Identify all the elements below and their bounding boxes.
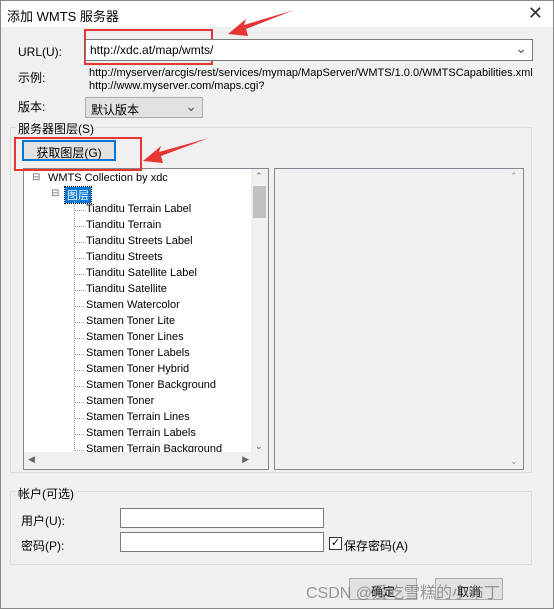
url-label: URL(U): (18, 45, 62, 59)
annotation-arrow-url (228, 10, 294, 36)
scroll-right-icon[interactable]: ▶ (242, 454, 249, 465)
tree-item-layer[interactable]: Stamen Toner Lines (86, 331, 184, 343)
tree-connector (75, 210, 84, 211)
watermark: CSDN @爱吃雪糕的小布丁 (306, 585, 501, 602)
scroll-up-icon[interactable]: ⌃ (255, 171, 263, 182)
horizontal-scrollbar[interactable]: ◀ ▶ (24, 452, 253, 469)
server-layers-label: 服务器图层(S) (16, 120, 96, 137)
scroll-thumb[interactable] (253, 186, 266, 218)
annotation-box-button (14, 137, 142, 171)
tree-item-layer[interactable]: Tianditu Satellite Label (86, 267, 197, 279)
tree-folder[interactable]: 图层 (64, 186, 92, 204)
chevron-down-icon[interactable]: ⌄ (515, 40, 527, 57)
example-label: 示例: (18, 71, 46, 85)
tree-connector (75, 306, 84, 307)
tree-connector (75, 370, 84, 371)
tree-item-layer[interactable]: Stamen Toner Hybrid (86, 363, 189, 375)
version-value: 默认版本 (91, 103, 140, 117)
tree-item-layer[interactable]: Tianditu Streets (86, 251, 163, 263)
user-input[interactable] (120, 508, 324, 528)
vertical-scrollbar[interactable]: ⌃ ⌄ (251, 169, 268, 454)
tree-connector (75, 402, 84, 403)
tree-connector (75, 450, 84, 451)
collapse-icon[interactable]: ⊟ (51, 188, 59, 199)
annotation-arrow-button (143, 138, 209, 163)
example-line-2: http://www.myserver.com/maps.cgi? (89, 80, 265, 92)
detail-scrollbar[interactable]: ⌃ ⌄ (506, 169, 523, 469)
tree-connector (75, 258, 84, 259)
tree-connector (75, 418, 84, 419)
tree-item-layer[interactable]: Tianditu Streets Label (86, 235, 193, 247)
dialog-title: 添加 WMTS 服务器 (7, 9, 119, 24)
tree-item-layer[interactable]: Tianditu Terrain Label (86, 203, 191, 215)
tree-connector (75, 290, 84, 291)
example-line-1: http://myserver/arcgis/rest/services/mym… (89, 67, 533, 79)
tree-connector (75, 242, 84, 243)
save-password-checkbox[interactable]: ✓ (329, 537, 342, 550)
tree-item-layer[interactable]: Stamen Terrain Lines (86, 411, 190, 423)
chevron-down-icon: ⌄ (185, 98, 197, 114)
layer-tree[interactable]: ⊟ WMTS Collection by xdc ⊟ 图层 Tianditu T… (23, 168, 269, 470)
tree-connector (75, 386, 84, 387)
close-icon[interactable]: ✕ (528, 3, 543, 24)
collapse-icon[interactable]: ⊟ (32, 172, 40, 183)
tree-connector (75, 434, 84, 435)
url-combobox[interactable]: http://xdc.at/map/wmts/ ⌄ (85, 39, 533, 61)
version-label: 版本: (18, 100, 46, 114)
password-input[interactable] (120, 532, 324, 552)
layer-detail-panel: ⌃ ⌄ (274, 168, 524, 470)
tree-item-layer[interactable]: Tianditu Terrain (86, 219, 161, 231)
tree-item-layer[interactable]: Stamen Toner Lite (86, 315, 175, 327)
tree-connector (75, 274, 84, 275)
tree-item-layer[interactable]: Stamen Terrain Labels (86, 427, 196, 439)
tree-connector (75, 338, 84, 339)
tree-connector (75, 354, 84, 355)
account-label: 帐户(可选) (16, 485, 76, 502)
account-group (10, 491, 532, 565)
tree-item-layer[interactable]: Stamen Toner Background (86, 379, 216, 391)
password-label: 密码(P): (21, 539, 65, 553)
tree-item-layer[interactable]: Stamen Toner Labels (86, 347, 190, 359)
url-text: http://xdc.at/map/wmts/ (90, 43, 214, 57)
user-label: 用户(U): (21, 514, 65, 528)
save-password-label[interactable]: 保存密码(A) (344, 537, 408, 554)
tree-item-layer[interactable]: Stamen Toner (86, 395, 154, 407)
scroll-down-icon[interactable]: ⌄ (255, 441, 263, 452)
dialog-window: 添加 WMTS 服务器 ✕ URL(U): http://xdc.at/map/… (0, 0, 554, 609)
tree-item-layer[interactable]: Stamen Watercolor (86, 299, 180, 311)
tree-root[interactable]: WMTS Collection by xdc (48, 172, 168, 184)
version-select[interactable]: 默认版本 ⌄ (85, 97, 203, 118)
tree-connector (75, 226, 84, 227)
scroll-left-icon[interactable]: ◀ (28, 454, 35, 465)
tree-item-layer[interactable]: Tianditu Satellite (86, 283, 167, 295)
tree-connector (75, 322, 84, 323)
